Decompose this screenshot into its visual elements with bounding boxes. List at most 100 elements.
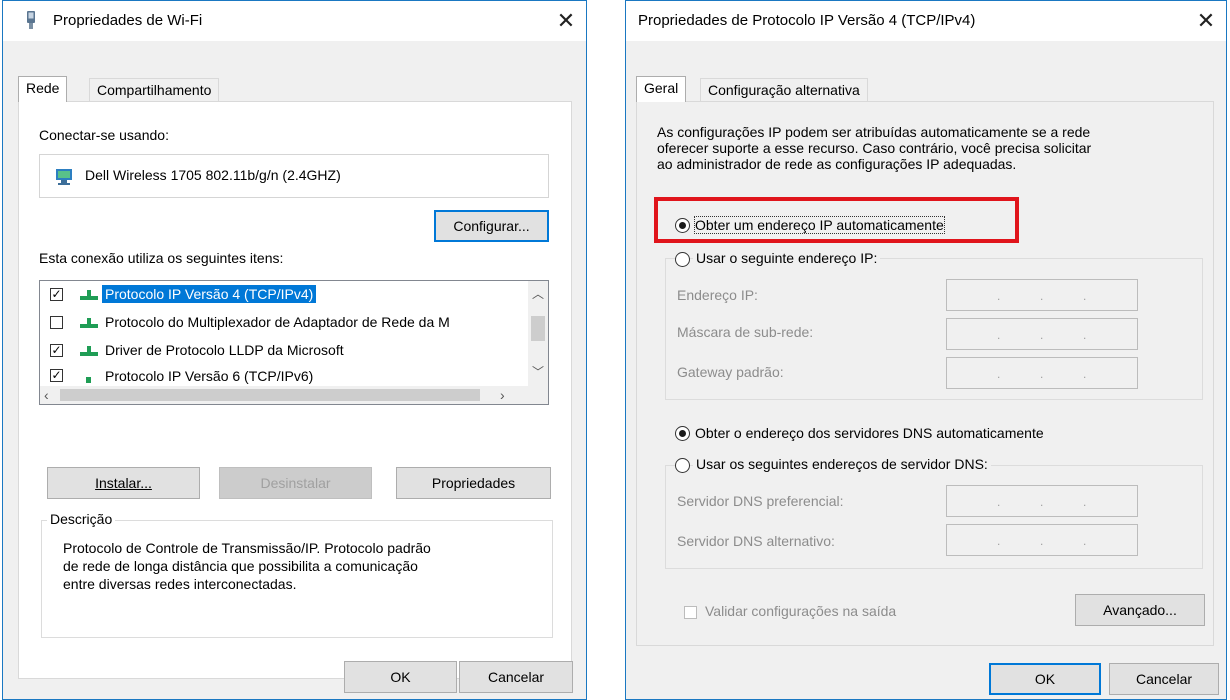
- ip-dot: .: [1040, 534, 1044, 548]
- validate-checkbox[interactable]: [684, 606, 697, 619]
- item-checkbox[interactable]: ✓: [50, 288, 63, 301]
- ip-dot: .: [1040, 328, 1044, 342]
- ip-dot: .: [997, 495, 1001, 509]
- item-label: Protocolo IP Versão 6 (TCP/IPv6): [105, 368, 314, 384]
- advanced-button-label: Avançado...: [1103, 602, 1177, 618]
- item-checkbox[interactable]: ✓: [50, 344, 63, 357]
- tab-geral[interactable]: Geral: [636, 76, 687, 102]
- uninstall-button[interactable]: Desinstalar: [219, 467, 372, 499]
- subnet-mask-field[interactable]: ...: [946, 318, 1138, 350]
- properties-button-label: Propriedades: [431, 475, 516, 491]
- manual-ip-radio[interactable]: [675, 252, 690, 267]
- ip-dot: .: [997, 534, 1001, 548]
- ip-dot: .: [997, 328, 1001, 342]
- dialog-client-area: Geral Configuração alternativa As config…: [626, 41, 1226, 699]
- chevron-right-icon[interactable]: ›: [500, 387, 505, 403]
- install-button[interactable]: Instalar...: [47, 467, 200, 499]
- cancel-button-label: Cancelar: [487, 669, 545, 685]
- intro-line-1: As configurações IP podem ser atribuídas…: [657, 124, 1091, 140]
- ip-dot: .: [1040, 289, 1044, 303]
- list-item[interactable]: Protocolo do Multiplexador de Adaptador …: [40, 311, 520, 335]
- item-label: Driver de Protocolo LLDP da Microsoft: [105, 342, 344, 358]
- close-icon[interactable]: ✕: [550, 7, 582, 35]
- wifi-properties-dialog: Propriedades de Wi-Fi ✕ Rede Compartilha…: [2, 0, 587, 700]
- item-label: Protocolo IP Versão 4 (TCP/IPv4): [102, 285, 317, 303]
- ok-button[interactable]: OK: [989, 663, 1101, 695]
- item-checkbox[interactable]: ✓: [50, 369, 63, 382]
- tab-rede[interactable]: Rede: [18, 76, 68, 102]
- description-line-3: entre diversas redes interconectadas.: [63, 576, 297, 592]
- intro-line-3: ao administrador de rede as configuraçõe…: [657, 156, 1017, 172]
- manual-dns-radio[interactable]: [675, 458, 690, 473]
- cancel-button[interactable]: Cancelar: [459, 661, 573, 693]
- description-line-2: de rede de longa distância que possibili…: [63, 558, 418, 574]
- ip-dot: .: [997, 289, 1001, 303]
- scrollbar-thumb[interactable]: [60, 389, 480, 401]
- ip-dot: .: [1040, 495, 1044, 509]
- network-protocol-icon: [84, 372, 102, 386]
- title-bar[interactable]: Propriedades de Protocolo IP Versão 4 (T…: [626, 1, 1226, 41]
- tab-panel-geral: As configurações IP podem ser atribuídas…: [636, 101, 1214, 646]
- auto-dns-radio[interactable]: [675, 426, 690, 441]
- install-button-label: Instalar...: [95, 475, 152, 491]
- ok-button[interactable]: OK: [344, 661, 457, 693]
- window-title: Propriedades de Wi-Fi: [53, 12, 203, 29]
- window-title: Propriedades de Protocolo IP Versão 4 (T…: [638, 12, 976, 29]
- vertical-scrollbar[interactable]: ︿ ﹀: [528, 281, 548, 386]
- ok-button-label: OK: [1034, 671, 1056, 687]
- ip-dot: .: [997, 367, 1001, 381]
- chevron-left-icon[interactable]: ‹: [44, 387, 49, 403]
- manual-ip-label[interactable]: Usar o seguinte endereço IP:: [693, 250, 881, 266]
- tab-panel-rede: Conectar-se usando: Dell Wireless 1705 8…: [18, 101, 572, 679]
- preferred-dns-field[interactable]: ...: [946, 485, 1138, 517]
- description-title: Descrição: [47, 511, 116, 527]
- list-item[interactable]: ✓ Driver de Protocolo LLDP da Microsoft: [40, 339, 520, 363]
- ipv4-properties-dialog: Propriedades de Protocolo IP Versão 4 (T…: [625, 0, 1227, 700]
- uninstall-button-label: Desinstalar: [260, 475, 331, 491]
- intro-line-2: oferecer suporte a esse recurso. Caso co…: [657, 140, 1092, 156]
- title-bar[interactable]: Propriedades de Wi-Fi ✕: [3, 1, 586, 41]
- cancel-button-label: Cancelar: [1135, 671, 1193, 687]
- manual-dns-label[interactable]: Usar os seguintes endereços de servidor …: [693, 456, 991, 472]
- alternate-dns-field[interactable]: ...: [946, 524, 1138, 556]
- network-protocol-icon: [80, 317, 98, 331]
- gateway-field[interactable]: ...: [946, 357, 1138, 389]
- tab-configuracao-alternativa[interactable]: Configuração alternativa: [700, 78, 868, 101]
- network-protocol-icon: [80, 345, 98, 359]
- subnet-mask-label: Máscara de sub-rede:: [677, 324, 814, 340]
- cancel-button[interactable]: Cancelar: [1109, 663, 1219, 695]
- list-item[interactable]: ✓ Protocolo IP Versão 6 (TCP/IPv6): [40, 366, 520, 386]
- ip-address-field[interactable]: ...: [946, 279, 1138, 311]
- horizontal-scrollbar[interactable]: ‹ ›: [40, 386, 548, 404]
- network-adapter-icon: [54, 169, 72, 185]
- auto-dns-label[interactable]: Obter o endereço dos servidores DNS auto…: [695, 425, 1044, 441]
- advanced-button[interactable]: Avançado...: [1075, 594, 1205, 626]
- tab-compartilhamento[interactable]: Compartilhamento: [89, 78, 220, 101]
- ok-button-label: OK: [390, 669, 411, 685]
- network-adapter-icon: [25, 11, 37, 31]
- ip-dot: .: [1083, 367, 1087, 381]
- adapter-box: Dell Wireless 1705 802.11b/g/n (2.4GHZ): [39, 154, 549, 198]
- auto-ip-radio[interactable]: [675, 218, 690, 233]
- properties-button[interactable]: Propriedades: [396, 467, 551, 499]
- ip-address-label: Endereço IP:: [677, 287, 758, 303]
- chevron-down-icon[interactable]: ﹀: [532, 363, 544, 380]
- item-checkbox[interactable]: [50, 316, 63, 329]
- network-protocol-icon: [80, 289, 98, 303]
- configure-button[interactable]: Configurar...: [434, 210, 549, 242]
- ip-dot: .: [1083, 328, 1087, 342]
- list-item[interactable]: ✓ Protocolo IP Versão 4 (TCP/IPv4): [40, 283, 520, 307]
- gateway-label: Gateway padrão:: [677, 364, 784, 380]
- configure-button-label: Configurar...: [453, 218, 530, 234]
- dialog-client-area: Rede Compartilhamento Conectar-se usando…: [3, 41, 586, 699]
- close-icon[interactable]: ✕: [1190, 7, 1222, 35]
- items-label: Esta conexão utiliza os seguintes itens:: [39, 250, 284, 266]
- items-list: ✓ Protocolo IP Versão 4 (TCP/IPv4) Proto…: [39, 280, 549, 405]
- scrollbar-thumb[interactable]: [531, 316, 545, 341]
- ip-dot: .: [1040, 367, 1044, 381]
- auto-ip-label[interactable]: Obter um endereço IP automaticamente: [694, 216, 945, 234]
- item-label: Protocolo do Multiplexador de Adaptador …: [105, 314, 450, 330]
- ip-dot: .: [1083, 534, 1087, 548]
- chevron-up-icon[interactable]: ︿: [532, 285, 544, 302]
- ip-dot: .: [1083, 495, 1087, 509]
